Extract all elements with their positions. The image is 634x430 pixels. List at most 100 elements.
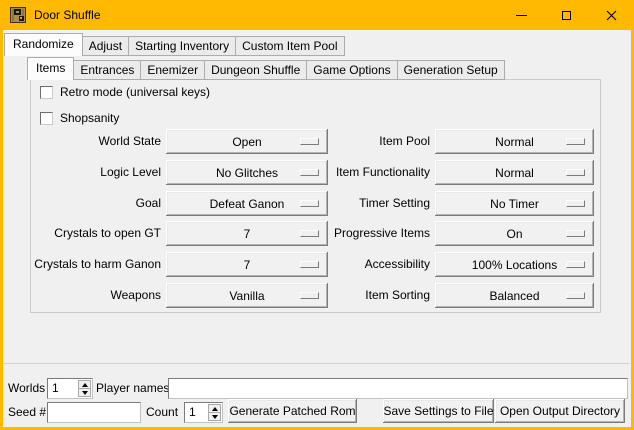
minimize-icon bbox=[516, 15, 527, 16]
weapons-dropdown[interactable]: Vanilla bbox=[166, 283, 328, 308]
item-functionality-label: Item Functionality bbox=[305, 160, 430, 185]
crystals-gt-label: Crystals to open GT bbox=[30, 221, 161, 246]
pixel-door-icon bbox=[10, 7, 26, 23]
primary-tab-bar: Randomize Adjust Starting Inventory Cust… bbox=[4, 33, 344, 56]
logic-level-dropdown[interactable]: No Glitches bbox=[166, 160, 328, 185]
arrow-down-icon bbox=[82, 391, 88, 395]
timer-setting-label: Timer Setting bbox=[305, 191, 430, 216]
item-functionality-row: Item Functionality Normal bbox=[305, 160, 594, 185]
timer-setting-dropdown[interactable]: No Timer bbox=[435, 191, 594, 216]
dropdown-indicator-icon bbox=[566, 292, 585, 299]
tab-enemizer[interactable]: Enemizer bbox=[140, 60, 205, 80]
arrow-down-icon bbox=[212, 415, 218, 419]
app-window: Door Shuffle Randomize Adjust Starting I… bbox=[0, 0, 634, 430]
world-state-dropdown[interactable]: Open bbox=[166, 129, 328, 154]
dropdown-indicator-icon bbox=[566, 200, 585, 207]
retro-mode-checkbox-row: Retro mode (universal keys) bbox=[40, 85, 210, 99]
worlds-spinner[interactable]: 1 bbox=[47, 378, 93, 399]
item-sorting-row: Item Sorting Balanced bbox=[305, 283, 594, 308]
logic-level-label: Logic Level bbox=[30, 160, 161, 185]
world-state-row: World State Open bbox=[30, 129, 328, 154]
worlds-label: Worlds bbox=[8, 378, 45, 399]
worlds-spin-down-button[interactable] bbox=[78, 388, 91, 397]
shopsanity-checkbox[interactable] bbox=[40, 112, 53, 125]
crystals-ganon-value: 7 bbox=[244, 258, 251, 272]
minimize-button[interactable] bbox=[499, 0, 544, 30]
progressive-items-dropdown[interactable]: On bbox=[435, 221, 594, 246]
worlds-spin-buttons bbox=[78, 380, 91, 397]
timer-setting-row: Timer Setting No Timer bbox=[305, 191, 594, 216]
crystals-ganon-dropdown[interactable]: 7 bbox=[166, 252, 328, 277]
title-bar: Door Shuffle bbox=[0, 0, 634, 30]
world-state-label: World State bbox=[30, 129, 161, 154]
progressive-items-label: Progressive Items bbox=[305, 221, 430, 246]
dropdown-indicator-icon bbox=[566, 169, 585, 176]
count-spin-down-button[interactable] bbox=[208, 412, 221, 421]
player-names-label: Player names bbox=[96, 378, 169, 399]
accessibility-row: Accessibility 100% Locations bbox=[305, 252, 594, 277]
weapons-value: Vanilla bbox=[229, 289, 264, 303]
shopsanity-checkbox-row: Shopsanity bbox=[40, 111, 119, 125]
item-sorting-dropdown[interactable]: Balanced bbox=[435, 283, 594, 308]
open-output-directory-button[interactable]: Open Output Directory bbox=[495, 399, 625, 423]
seed-input[interactable] bbox=[47, 402, 141, 423]
timer-setting-value: No Timer bbox=[490, 197, 539, 211]
logic-level-row: Logic Level No Glitches bbox=[30, 160, 328, 185]
dropdown-indicator-icon bbox=[566, 138, 585, 145]
seed-label: Seed # bbox=[8, 402, 46, 423]
maximize-icon bbox=[562, 11, 571, 20]
progressive-items-value: On bbox=[506, 227, 522, 241]
arrow-up-icon bbox=[212, 407, 218, 411]
notebook-bottom-border bbox=[4, 363, 630, 364]
crystals-ganon-label: Crystals to harm Ganon bbox=[30, 252, 161, 277]
accessibility-label: Accessibility bbox=[305, 252, 430, 277]
tab-game-options[interactable]: Game Options bbox=[306, 60, 397, 80]
tab-adjust[interactable]: Adjust bbox=[82, 36, 129, 56]
item-sorting-value: Balanced bbox=[489, 289, 539, 303]
retro-mode-checkbox[interactable] bbox=[40, 86, 53, 99]
count-spin-buttons bbox=[208, 404, 221, 421]
goal-dropdown[interactable]: Defeat Ganon bbox=[166, 191, 328, 216]
item-pool-dropdown[interactable]: Normal bbox=[435, 129, 594, 154]
worlds-value: 1 bbox=[52, 379, 59, 398]
arrow-up-icon bbox=[82, 383, 88, 387]
tab-entrances[interactable]: Entrances bbox=[73, 60, 141, 80]
item-pool-row: Item Pool Normal bbox=[305, 129, 594, 154]
shopsanity-label: Shopsanity bbox=[60, 111, 119, 125]
window-title: Door Shuffle bbox=[34, 8, 101, 22]
item-sorting-label: Item Sorting bbox=[305, 283, 430, 308]
item-pool-label: Item Pool bbox=[305, 129, 430, 154]
tab-generation-setup[interactable]: Generation Setup bbox=[397, 60, 505, 80]
accessibility-dropdown[interactable]: 100% Locations bbox=[435, 252, 594, 277]
item-functionality-dropdown[interactable]: Normal bbox=[435, 160, 594, 185]
tab-starting-inventory[interactable]: Starting Inventory bbox=[128, 36, 236, 56]
retro-mode-label: Retro mode (universal keys) bbox=[60, 85, 210, 99]
item-functionality-value: Normal bbox=[495, 166, 534, 180]
crystals-gt-dropdown[interactable]: 7 bbox=[166, 221, 328, 246]
player-names-input[interactable] bbox=[168, 378, 628, 399]
goal-row: Goal Defeat Ganon bbox=[30, 191, 328, 216]
dropdown-indicator-icon bbox=[566, 261, 585, 268]
count-spinner[interactable]: 1 bbox=[184, 402, 223, 423]
generate-patched-rom-button[interactable]: Generate Patched Rom bbox=[228, 399, 357, 423]
world-state-value: Open bbox=[232, 135, 261, 149]
crystals-gt-row: Crystals to open GT 7 bbox=[30, 221, 328, 246]
secondary-tab-bar: Items Entrances Enemizer Dungeon Shuffle… bbox=[27, 57, 504, 80]
count-label: Count bbox=[146, 402, 178, 423]
close-icon bbox=[606, 10, 617, 21]
crystals-ganon-row: Crystals to harm Ganon 7 bbox=[30, 252, 328, 277]
close-button[interactable] bbox=[589, 0, 634, 30]
weapons-label: Weapons bbox=[30, 283, 161, 308]
count-value: 1 bbox=[189, 403, 196, 422]
progressive-items-row: Progressive Items On bbox=[305, 221, 594, 246]
goal-label: Goal bbox=[30, 191, 161, 216]
tab-items[interactable]: Items bbox=[27, 57, 74, 80]
tab-randomize[interactable]: Randomize bbox=[4, 33, 83, 56]
save-settings-button[interactable]: Save Settings to File bbox=[383, 399, 494, 423]
dropdown-indicator-icon bbox=[566, 230, 585, 237]
maximize-button[interactable] bbox=[544, 0, 589, 30]
goal-value: Defeat Ganon bbox=[210, 197, 285, 211]
weapons-row: Weapons Vanilla bbox=[30, 283, 328, 308]
tab-dungeon-shuffle[interactable]: Dungeon Shuffle bbox=[204, 60, 307, 80]
tab-custom-item-pool[interactable]: Custom Item Pool bbox=[235, 36, 344, 56]
